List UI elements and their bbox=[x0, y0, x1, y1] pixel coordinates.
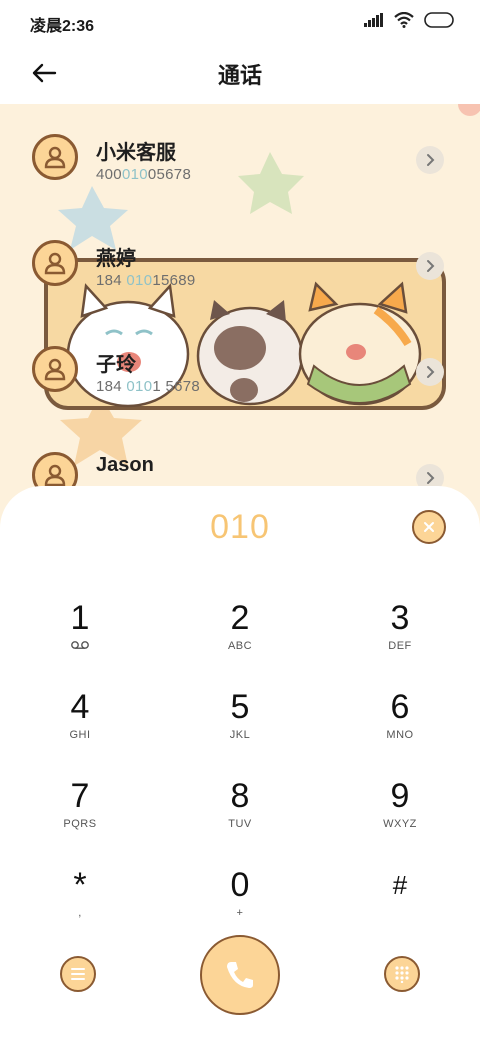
menu-icon bbox=[71, 968, 85, 980]
key-9[interactable]: 9 WXYZ bbox=[340, 776, 460, 856]
person-icon bbox=[44, 146, 66, 169]
contact-number: 184 01015689 bbox=[96, 272, 196, 289]
phone-icon bbox=[227, 962, 253, 988]
page-title: 通话 bbox=[217, 63, 262, 88]
person-icon bbox=[44, 252, 66, 275]
dialed-number: 010 bbox=[210, 508, 270, 546]
avatar bbox=[32, 240, 78, 286]
keypad-icon bbox=[395, 966, 409, 983]
key-0[interactable]: 0 + bbox=[180, 865, 300, 945]
status-time: 凌晨2:36 bbox=[30, 18, 95, 35]
dialpad-panel: 010 1 2 ABC 3 DEF 4 GHI 5 JKL 6 MNO 7 PQ… bbox=[0, 486, 480, 1040]
key-4[interactable]: 4 GHI bbox=[20, 687, 140, 767]
person-icon bbox=[44, 358, 66, 381]
contact-number: 184 0101 5678 bbox=[96, 378, 201, 395]
signal-icon bbox=[364, 13, 383, 27]
close-icon bbox=[424, 522, 434, 532]
keypad-button[interactable] bbox=[384, 956, 420, 992]
contact-item[interactable]: 子玲 184 0101 5678 bbox=[0, 316, 480, 416]
chevron-right-icon bbox=[427, 154, 435, 166]
clear-button[interactable] bbox=[412, 510, 446, 544]
contact-number: 40001005678 bbox=[96, 166, 192, 183]
contact-name: Jason bbox=[96, 454, 154, 476]
key-3[interactable]: 3 DEF bbox=[340, 598, 460, 678]
contact-list: 小米客服 40001005678 燕婷 184 01015689 子玲 184 … bbox=[0, 104, 480, 504]
key-7[interactable]: 7 PQRS bbox=[20, 776, 140, 856]
chevron-right-icon bbox=[427, 260, 435, 272]
wifi-icon bbox=[394, 12, 414, 28]
key-star[interactable]: * , bbox=[20, 865, 140, 945]
contact-name: 子玲 bbox=[96, 354, 136, 376]
battery-icon bbox=[424, 12, 454, 28]
status-icons bbox=[364, 12, 456, 28]
contact-item[interactable]: 燕婷 184 01015689 bbox=[0, 210, 480, 310]
chevron-right-icon bbox=[427, 366, 435, 378]
call-button[interactable] bbox=[200, 935, 280, 1015]
key-hash[interactable]: # bbox=[340, 865, 460, 945]
key-8[interactable]: 8 TUV bbox=[180, 776, 300, 856]
key-2[interactable]: 2 ABC bbox=[180, 598, 300, 678]
key-6[interactable]: 6 MNO bbox=[340, 687, 460, 767]
contact-detail-button[interactable] bbox=[416, 252, 444, 280]
voicemail-icon bbox=[71, 641, 89, 649]
key-5[interactable]: 5 JKL bbox=[180, 687, 300, 767]
key-1[interactable]: 1 bbox=[20, 598, 140, 678]
contact-name: 小米客服 bbox=[96, 142, 176, 164]
chevron-right-icon bbox=[427, 472, 435, 484]
header: 通话 bbox=[0, 42, 480, 104]
avatar bbox=[32, 346, 78, 392]
person-icon bbox=[44, 464, 66, 487]
contact-detail-button[interactable] bbox=[416, 358, 444, 386]
contact-name: 燕婷 bbox=[96, 248, 136, 270]
menu-button[interactable] bbox=[60, 956, 96, 992]
status-bar: 凌晨2:36 bbox=[0, 0, 480, 42]
contact-item[interactable]: 小米客服 40001005678 bbox=[0, 104, 480, 204]
avatar bbox=[32, 134, 78, 180]
contact-detail-button[interactable] bbox=[416, 146, 444, 174]
